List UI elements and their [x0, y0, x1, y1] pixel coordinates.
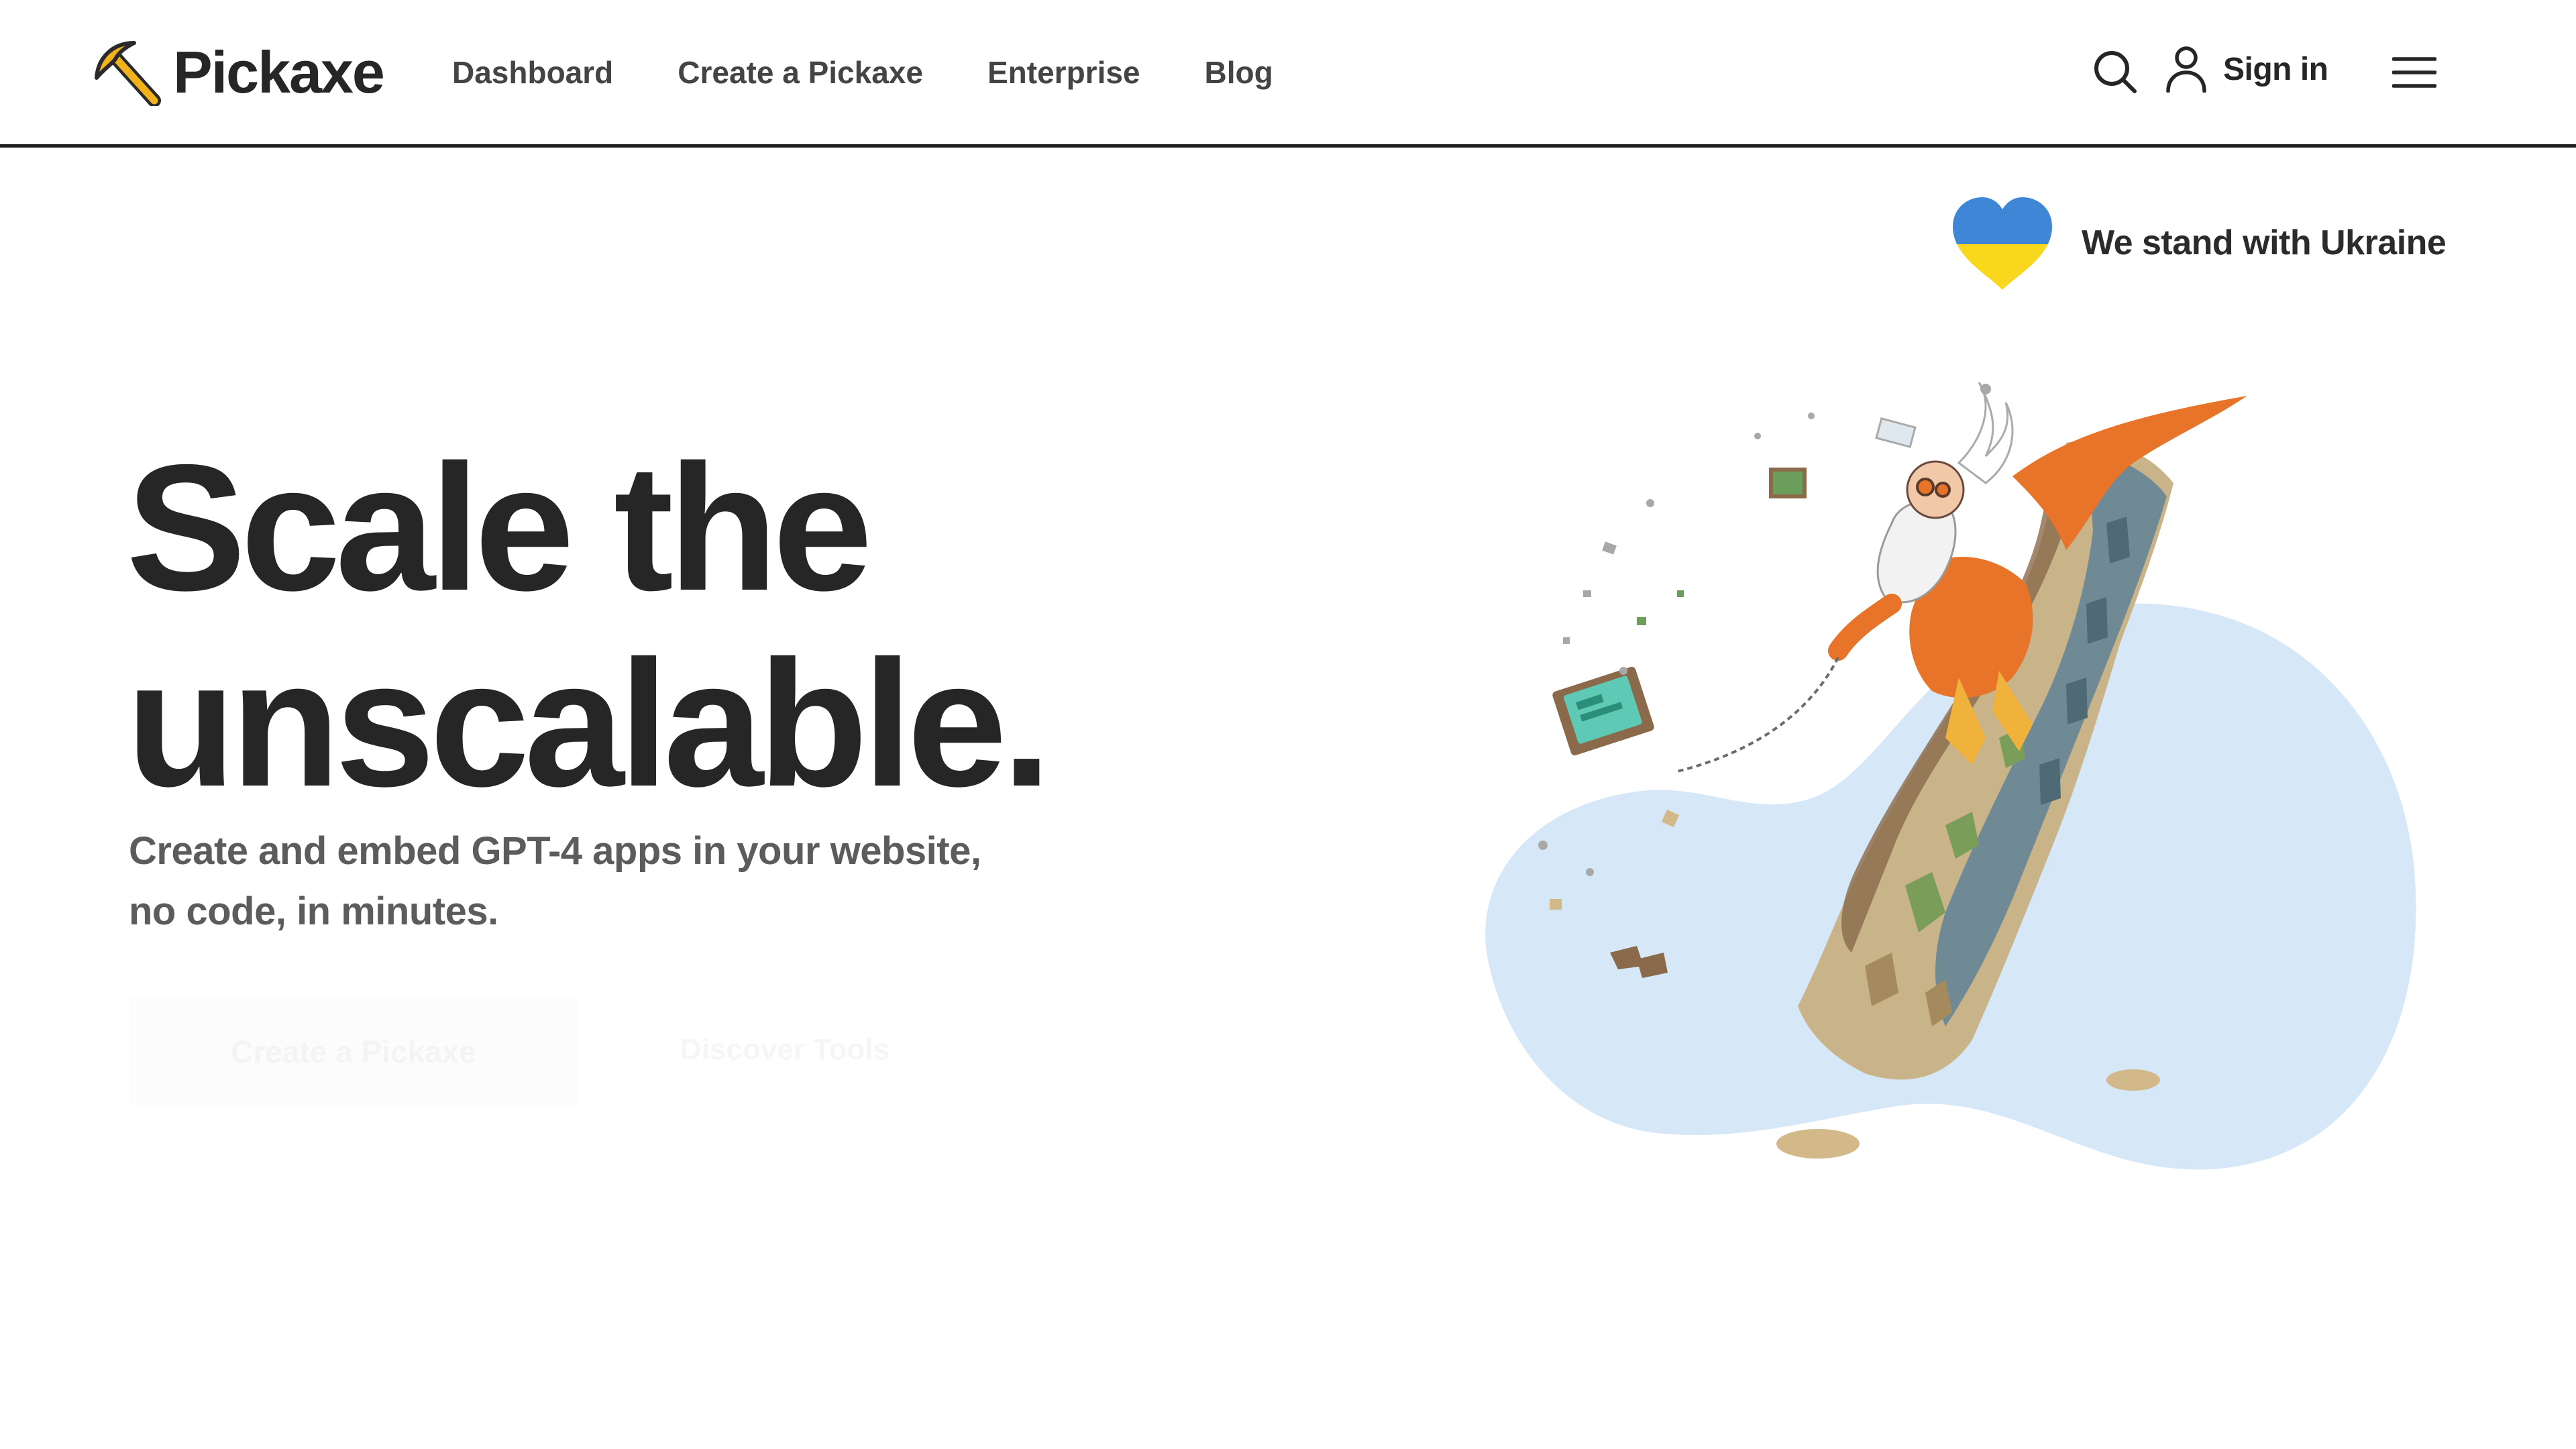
hamburger-menu-icon	[2392, 57, 2437, 88]
ukraine-badge[interactable]: We stand with Ukraine	[1949, 195, 2447, 291]
ukraine-heart-icon	[1953, 197, 2052, 290]
hero-title: Scale the unscalable.	[126, 427, 1052, 824]
hero-subtitle-line-2: no code, in minutes.	[129, 890, 498, 933]
hero-subtitle-line-1: Create and embed GPT-4 apps in your webs…	[129, 829, 981, 873]
create-pickaxe-button[interactable]: Create a Pickaxe	[129, 998, 578, 1106]
pickaxe-icon	[95, 41, 161, 106]
nav-dashboard[interactable]: Dashboard	[452, 52, 613, 93]
signin-link[interactable]: Sign in	[2165, 46, 2328, 93]
hero-title-line-2: unscalable.	[126, 623, 1052, 824]
hero-subtitle: Create and embed GPT-4 apps in your webs…	[129, 821, 981, 942]
main-nav: Dashboard Create a Pickaxe Enterprise Bl…	[452, 52, 1273, 93]
menu-button[interactable]	[2392, 54, 2437, 91]
logo-link[interactable]: Pickaxe	[93, 39, 385, 106]
hero-title-line-1: Scale the	[126, 427, 873, 628]
search-button[interactable]	[2092, 48, 2139, 95]
nav-create-pickaxe[interactable]: Create a Pickaxe	[678, 52, 923, 93]
search-icon	[2094, 51, 2137, 93]
discover-tools-button[interactable]: Discover Tools	[631, 1013, 939, 1087]
signin-label: Sign in	[2223, 51, 2328, 87]
site-header: Pickaxe Dashboard Create a Pickaxe Enter…	[0, 0, 2576, 148]
ukraine-label: We stand with Ukraine	[2082, 223, 2447, 262]
user-icon	[2166, 46, 2206, 93]
nav-blog[interactable]: Blog	[1205, 52, 1273, 93]
tablet-device	[1552, 657, 1839, 773]
logo-text: Pickaxe	[173, 39, 385, 105]
nav-enterprise[interactable]: Enterprise	[987, 52, 1140, 93]
wizard-climbing-cliff-illustration	[1485, 382, 2416, 1170]
